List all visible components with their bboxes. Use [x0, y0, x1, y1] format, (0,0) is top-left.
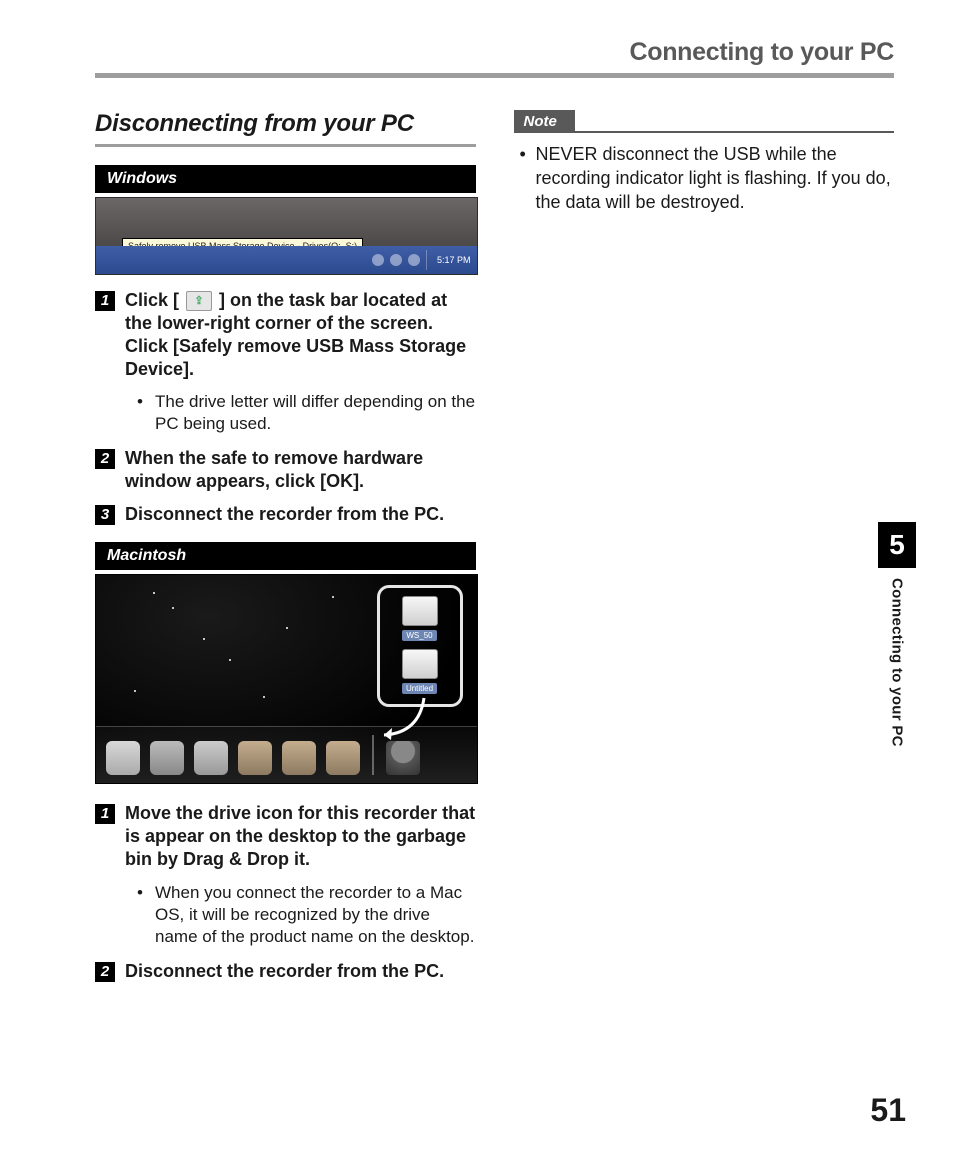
macintosh-screenshot: WS_50 Untitled — [95, 574, 478, 784]
win-step-3: 3 Disconnect the recorder from the PC. — [95, 503, 476, 526]
tray-icon — [408, 254, 420, 266]
step-number: 1 — [95, 804, 115, 824]
win-step-1-bullet: The drive letter will differ depending o… — [137, 391, 476, 435]
step-text: Disconnect the recorder from the PC. — [125, 960, 444, 983]
dock-separator — [372, 735, 374, 775]
section-title: Disconnecting from your PC — [95, 110, 476, 138]
taskbar-divider — [426, 250, 427, 270]
step-text: When the safe to remove hardware window … — [125, 447, 476, 493]
step-number: 2 — [95, 449, 115, 469]
mac-step-2: 2 Disconnect the recorder from the PC. — [95, 960, 476, 983]
taskbar-clock: 5:17 PM — [433, 255, 471, 265]
text: Click [ — [125, 290, 184, 310]
tray-icon — [390, 254, 402, 266]
step-number: 2 — [95, 962, 115, 982]
step-number: 3 — [95, 505, 115, 525]
mac-step-1-bullet: When you connect the recorder to a Mac O… — [137, 882, 476, 948]
dock-folder-icon — [326, 741, 360, 775]
note-label: Note — [514, 110, 575, 133]
safely-remove-hardware-icon: ⇪ — [186, 291, 212, 311]
drive-icon — [402, 596, 438, 626]
chapter-number: 5 — [878, 522, 916, 568]
running-head: Connecting to your PC — [95, 38, 894, 67]
bold-text: OK — [326, 471, 353, 491]
section-rule — [95, 144, 476, 147]
win-step-2: 2 When the safe to remove hardware windo… — [95, 447, 476, 493]
chapter-side-tab: 5 Connecting to your PC — [878, 522, 916, 747]
step-number: 1 — [95, 291, 115, 311]
win-step-1: 1 Click [ ⇪ ] on the task bar located at… — [95, 289, 476, 381]
tray-icon — [372, 254, 384, 266]
step-text: Click [ ⇪ ] on the task bar located at t… — [125, 289, 476, 381]
drive-icon — [402, 649, 438, 679]
step-text: Move the drive icon for this recorder th… — [125, 802, 476, 871]
drive-label-1: WS_50 — [402, 630, 436, 641]
note-header: Note — [514, 110, 895, 133]
text: ]. — [183, 359, 194, 379]
drives-highlight-box: WS_50 Untitled — [377, 585, 463, 707]
dock-item — [194, 741, 228, 775]
os-label-macintosh: Macintosh — [95, 542, 476, 570]
chapter-label: Connecting to your PC — [889, 568, 906, 747]
mac-dock — [96, 735, 420, 775]
dock-item — [106, 741, 140, 775]
note-bullet: NEVER disconnect the USB while the recor… — [514, 143, 895, 214]
dock-folder-icon — [282, 741, 316, 775]
os-label-windows: Windows — [95, 165, 476, 193]
dock-item — [150, 741, 184, 775]
text: ]. — [353, 471, 364, 491]
left-column: Disconnecting from your PC Windows Safel… — [95, 110, 476, 993]
dock-folder-icon — [238, 741, 272, 775]
windows-screenshot: Safely remove USB Mass Storage Device - … — [95, 197, 478, 275]
running-head-rule — [95, 73, 894, 78]
trash-icon — [386, 741, 420, 775]
text: When the safe to remove hardware window … — [125, 448, 423, 491]
note-underline — [575, 110, 894, 133]
windows-taskbar: 5:17 PM — [96, 246, 477, 274]
page-number: 51 — [870, 1092, 906, 1129]
mac-step-1: 1 Move the drive icon for this recorder … — [95, 802, 476, 871]
right-column: Note NEVER disconnect the USB while the … — [514, 110, 895, 993]
step-text: Disconnect the recorder from the PC. — [125, 503, 444, 526]
